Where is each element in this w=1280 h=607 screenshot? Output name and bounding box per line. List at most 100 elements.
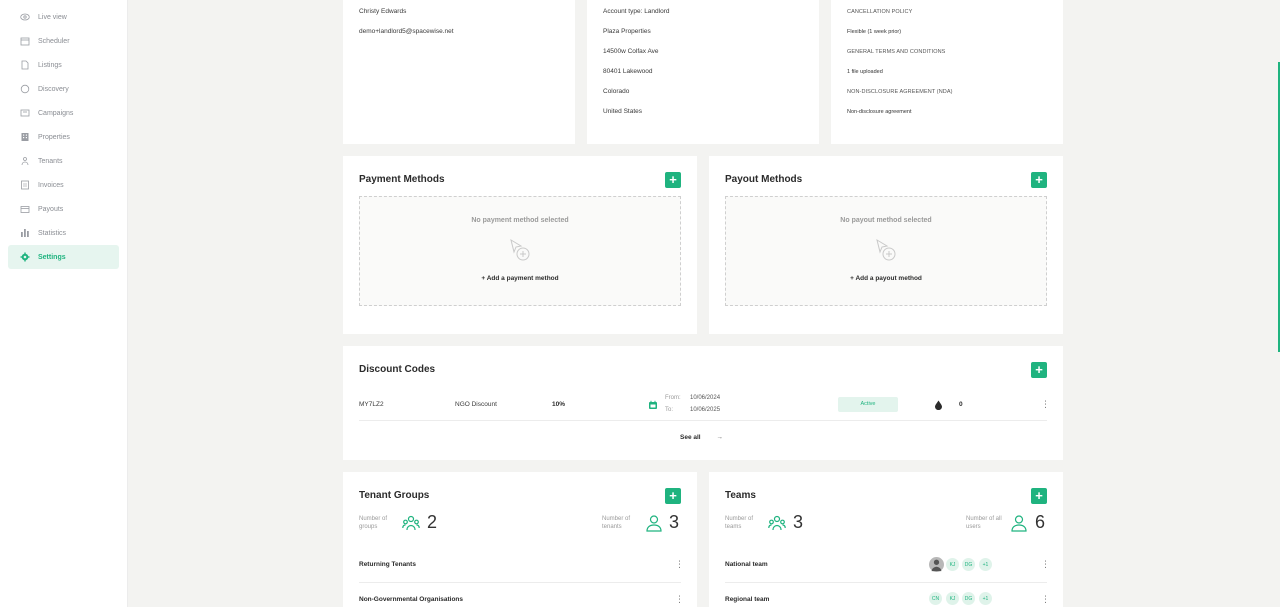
add-payout-method-button[interactable]: + — [1031, 172, 1047, 188]
payout-methods-card: Payout Methods + No payout method select… — [709, 156, 1063, 334]
avatar: CN — [928, 591, 943, 606]
sidebar-item-label: Live view — [38, 13, 67, 21]
sidebar-item-scheduler[interactable]: Scheduler — [8, 29, 119, 53]
payment-empty-label: No payment method selected — [471, 217, 569, 224]
street-address: 14500w Colfax Ave — [603, 48, 659, 55]
sidebar-item-settings[interactable]: Settings — [8, 245, 119, 269]
sidebar-item-invoices[interactable]: Invoices — [8, 173, 119, 197]
sidebar-item-payouts[interactable]: Payouts — [8, 197, 119, 221]
calendar-icon — [20, 36, 30, 46]
add-payout-method-link[interactable]: + Add a payout method — [726, 275, 1046, 282]
nda-title: NON-DISCLOSURE AGREEMENT (NDA) — [847, 89, 953, 95]
add-team-button[interactable]: + — [1031, 488, 1047, 504]
profile-name: Christy Edwards — [359, 8, 407, 15]
policies-card: CANCELLATION POLICY Flexible (1 week pri… — [831, 0, 1063, 144]
sidebar-item-listings[interactable]: Listings — [8, 53, 119, 77]
add-discount-code-button[interactable]: + — [1031, 362, 1047, 378]
sidebar: Live view Scheduler Listings Discovery C… — [0, 0, 128, 607]
sidebar-item-campaigns[interactable]: Campaigns — [8, 101, 119, 125]
state: Colorado — [603, 88, 630, 95]
status-badge: Active — [838, 397, 898, 412]
payout-methods-title: Payout Methods — [725, 174, 803, 185]
discount-code: MY7LZ2 — [359, 401, 384, 408]
nda-value[interactable]: Non-disclosure agreement — [847, 109, 912, 115]
sidebar-item-label: Properties — [38, 133, 70, 141]
teams-card: Teams + Number of teams 3 Number of all … — [709, 472, 1063, 607]
tenant-groups-title: Tenant Groups — [359, 490, 430, 501]
profile-email: demo+landlord5@spacewise.net — [359, 28, 454, 35]
sidebar-item-label: Scheduler — [38, 37, 70, 45]
users-count-label: Number of all users — [966, 516, 1002, 530]
cancellation-policy-value: Flexible (1 week prior) — [847, 29, 902, 35]
country: United States — [603, 108, 643, 115]
see-all-label: See all — [680, 434, 701, 441]
divider — [725, 582, 1047, 583]
sidebar-item-tenants[interactable]: Tenants — [8, 149, 119, 173]
sidebar-item-label: Campaigns — [38, 109, 74, 117]
avatar — [928, 556, 945, 573]
cursor-add-icon — [510, 238, 530, 261]
avatar: KJ — [945, 591, 960, 606]
profile-card: Christy Edwards demo+landlord5@spacewise… — [343, 0, 575, 144]
discount-name: NGO Discount — [455, 401, 497, 408]
payment-methods-card: Payment Methods + No payment method sele… — [343, 156, 697, 334]
teams-title: Teams — [725, 490, 756, 501]
wallet-icon — [20, 204, 30, 214]
terms-title: GENERAL TERMS AND CONDITIONS — [847, 49, 946, 55]
city: 80401 Lakewood — [603, 68, 653, 75]
arrow-right-icon: → — [716, 434, 723, 441]
divider — [359, 582, 681, 583]
from-label: From: — [665, 395, 681, 401]
tenants-count-label: Number of tenants — [602, 516, 631, 530]
sidebar-item-label: Tenants — [38, 157, 63, 165]
add-payment-method-button[interactable]: + — [665, 172, 681, 188]
row-menu-icon[interactable]: ⋮ — [1041, 399, 1050, 409]
avatar: KJ — [945, 557, 960, 572]
document-icon — [20, 60, 30, 70]
avatar-overflow: +1 — [978, 591, 993, 606]
payout-method-dropzone[interactable]: No payout method selected + Add a payout… — [725, 196, 1047, 306]
terms-value[interactable]: 1 file uploaded — [847, 69, 883, 75]
calendar-icon — [649, 400, 657, 409]
users-count: 6 — [1035, 512, 1046, 532]
sidebar-item-properties[interactable]: Properties — [8, 125, 119, 149]
eye-icon — [20, 12, 30, 22]
company-name: Plaza Properties — [603, 28, 651, 35]
user-icon — [646, 515, 662, 532]
teams-count: 3 — [793, 512, 804, 532]
sidebar-item-live-view[interactable]: Live view — [8, 5, 119, 29]
drop-icon — [935, 400, 942, 410]
groups-count-label: Number of groups — [359, 516, 388, 530]
row-menu-icon[interactable]: ⋮ — [1041, 594, 1050, 604]
sidebar-item-label: Invoices — [38, 181, 64, 189]
from-date: 10/06/2024 — [690, 395, 721, 401]
payment-methods-title: Payment Methods — [359, 174, 445, 185]
row-menu-icon[interactable]: ⋮ — [675, 559, 684, 569]
teams-count-label: Number of teams — [725, 516, 754, 530]
row-menu-icon[interactable]: ⋮ — [675, 594, 684, 604]
sidebar-item-label: Payouts — [38, 205, 64, 213]
divider — [359, 420, 1047, 421]
cancellation-policy-title: CANCELLATION POLICY — [847, 9, 913, 15]
gear-icon — [20, 252, 30, 262]
user-icon — [1011, 515, 1027, 532]
add-tenant-group-button[interactable]: + — [665, 488, 681, 504]
sidebar-item-label: Settings — [38, 253, 66, 261]
payment-method-dropzone[interactable]: No payment method selected + Add a payme… — [359, 196, 681, 306]
row-menu-icon[interactable]: ⋮ — [1041, 559, 1050, 569]
sidebar-item-label: Discovery — [38, 85, 69, 93]
sidebar-item-discovery[interactable]: Discovery — [8, 77, 119, 101]
avatar-overflow: +1 — [978, 557, 993, 572]
account-card: Account type: Landlord Plaza Properties … — [587, 0, 819, 144]
uses-count: 0 — [959, 401, 963, 408]
megaphone-icon — [20, 108, 30, 118]
tenants-count: 3 — [669, 512, 680, 532]
group-icon — [402, 515, 420, 531]
discount-codes-card: Discount Codes + MY7LZ2 NGO Discount 10%… — [343, 346, 1063, 460]
group-name: Returning Tenants — [359, 561, 416, 568]
people-icon — [20, 156, 30, 166]
team-name: Regional team — [725, 596, 770, 603]
add-payment-method-link[interactable]: + Add a payment method — [360, 275, 680, 282]
sidebar-item-statistics[interactable]: Statistics — [8, 221, 119, 245]
see-all-link[interactable]: See all → — [680, 434, 723, 441]
